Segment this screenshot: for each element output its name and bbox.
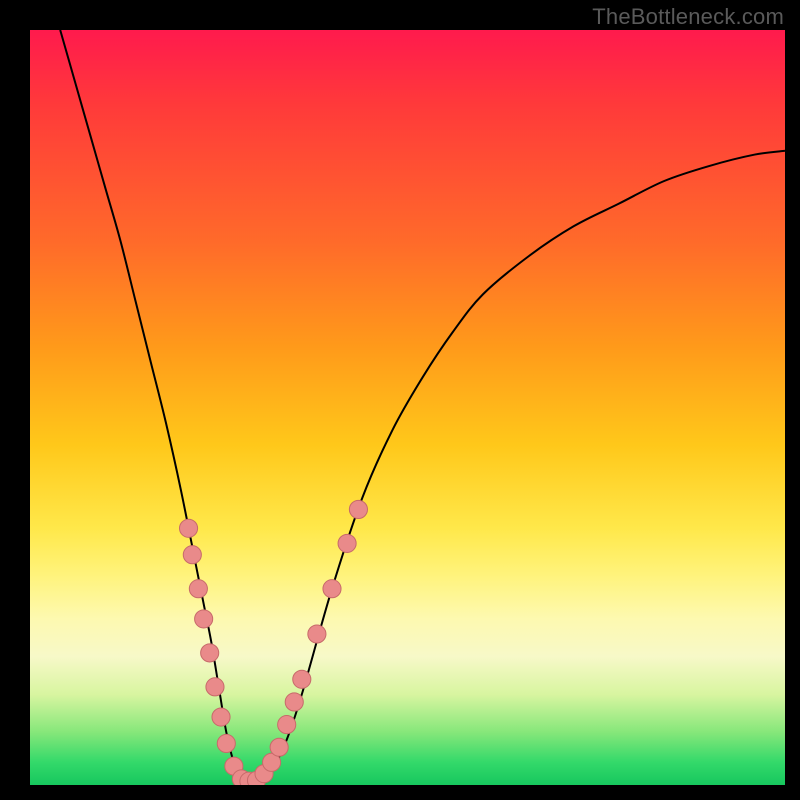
data-marker [293, 670, 311, 688]
data-marker [217, 734, 235, 752]
data-marker [195, 610, 213, 628]
watermark-text: TheBottleneck.com [592, 4, 784, 30]
data-marker [338, 534, 356, 552]
data-marker [183, 546, 201, 564]
data-marker [285, 693, 303, 711]
chart-svg [30, 30, 785, 785]
bottleneck-curve [60, 30, 785, 782]
plot-area [30, 30, 785, 785]
data-marker [189, 580, 207, 598]
data-marker [323, 580, 341, 598]
data-marker [278, 716, 296, 734]
data-markers [179, 500, 367, 785]
data-marker [179, 519, 197, 537]
data-marker [206, 678, 224, 696]
data-marker [201, 644, 219, 662]
chart-frame: TheBottleneck.com [0, 0, 800, 800]
data-marker [308, 625, 326, 643]
data-marker [270, 738, 288, 756]
data-marker [349, 500, 367, 518]
data-marker [212, 708, 230, 726]
